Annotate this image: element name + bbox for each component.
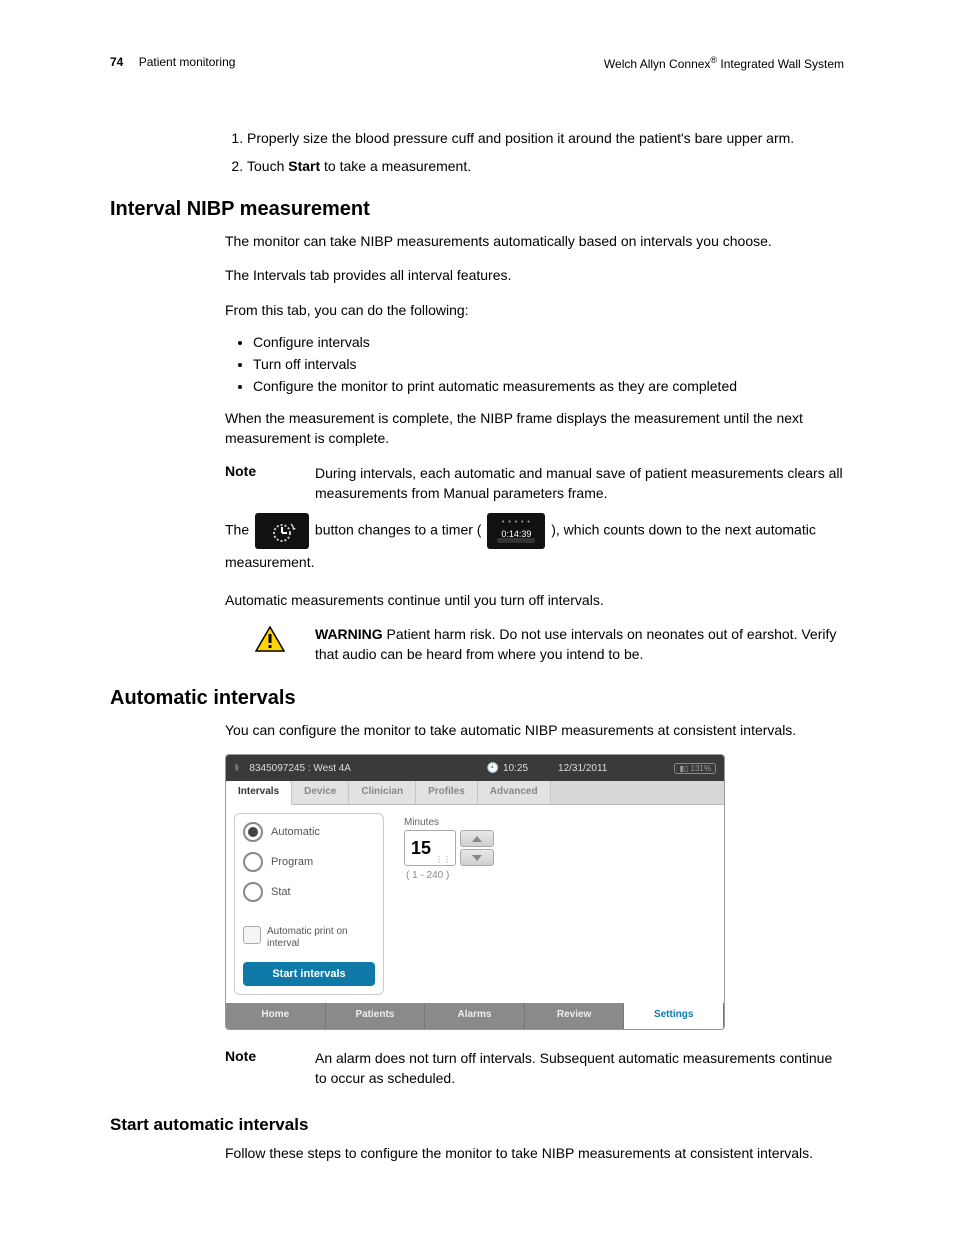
interval-p4: When the measurement is complete, the NI…	[225, 408, 844, 449]
nav-review[interactable]: Review	[525, 1003, 625, 1029]
minutes-label: Minutes	[404, 817, 716, 828]
tab-profiles[interactable]: Profiles	[416, 781, 478, 804]
note-intervals: Note During intervals, each automatic an…	[225, 463, 844, 504]
chevron-down-icon	[472, 855, 482, 861]
nav-alarms[interactable]: Alarms	[425, 1003, 525, 1029]
nav-settings[interactable]: Settings	[624, 1003, 724, 1029]
settings-tabs: Intervals Device Clinician Profiles Adva…	[226, 781, 724, 805]
warning-text: WARNING Patient harm risk. Do not use in…	[315, 624, 844, 665]
radio-icon	[243, 822, 263, 842]
interval-p1: The monitor can take NIBP measurements a…	[225, 231, 844, 251]
caduceus-icon: ⚕	[234, 763, 239, 774]
warning-row: WARNING Patient harm risk. Do not use in…	[225, 624, 844, 665]
minutes-range: ( 1 - 240 )	[406, 870, 716, 881]
nav-patients[interactable]: Patients	[326, 1003, 426, 1029]
checkbox-autoprint[interactable]: Automatic print on interval	[243, 926, 375, 950]
intervals-clock-icon	[255, 513, 309, 549]
minutes-decrement-button[interactable]	[460, 849, 494, 866]
interval-p2: The Intervals tab provides all interval …	[225, 265, 844, 285]
interval-p3: From this tab, you can do the following:	[225, 300, 844, 320]
minutes-value-field[interactable]: 15 ⋮⋮	[404, 830, 456, 866]
warning-triangle-icon	[225, 624, 315, 665]
note-alarm: Note An alarm does not turn off interval…	[225, 1048, 844, 1089]
grip-icon: ⋮⋮	[435, 858, 451, 863]
heading-interval-nibp: Interval NIBP measurement	[110, 198, 844, 221]
date-display: 12/31/2011	[558, 763, 607, 774]
radio-program[interactable]: Program	[243, 852, 375, 872]
radio-icon	[243, 882, 263, 902]
battery-icon: ▮▯	[679, 764, 688, 773]
heading-start-auto-intervals: Start automatic intervals	[110, 1115, 844, 1135]
start-intervals-button[interactable]: Start intervals	[243, 962, 375, 986]
clock-icon: 🕙	[487, 763, 499, 774]
document-page: 74 Patient monitoring Welch Allyn Connex…	[0, 0, 954, 1237]
minutes-panel: Minutes 15 ⋮⋮	[394, 813, 716, 995]
procedure-steps: Properly size the blood pressure cuff an…	[225, 129, 844, 176]
header-left: 74 Patient monitoring	[110, 55, 235, 71]
page-number: 74	[110, 55, 123, 69]
clock-display: 🕙 10:25	[487, 763, 528, 774]
interval-bullets: Configure intervals Turn off intervals C…	[225, 334, 844, 394]
tab-intervals[interactable]: Intervals	[226, 781, 292, 805]
step-1: Properly size the blood pressure cuff an…	[247, 129, 844, 149]
monitor-status-bar: ⚕ 8345097245 : West 4A 🕙 10:25 12/31/201…	[226, 755, 724, 781]
checkbox-icon	[243, 926, 261, 944]
battery-indicator: ▮▯ 131%	[674, 763, 716, 774]
patient-id: 8345097245 : West 4A	[249, 763, 419, 774]
minutes-increment-button[interactable]	[460, 830, 494, 847]
tab-clinician[interactable]: Clinician	[349, 781, 416, 804]
tab-device[interactable]: Device	[292, 781, 349, 804]
step-2: Touch Start to take a measurement.	[247, 157, 844, 177]
inline-button-sentence: The button changes to a timer ( • • • • …	[225, 513, 844, 576]
intervals-side-panel: Automatic Program Stat Automatic print o…	[234, 813, 384, 995]
radio-stat[interactable]: Stat	[243, 882, 375, 902]
interval-p5: Automatic measurements continue until yo…	[225, 590, 844, 610]
nav-home[interactable]: Home	[226, 1003, 326, 1029]
auto-p1: You can configure the monitor to take au…	[225, 720, 844, 740]
tab-advanced[interactable]: Advanced	[478, 781, 551, 804]
radio-icon	[243, 852, 263, 872]
header-right: Welch Allyn Connex® Integrated Wall Syst…	[604, 55, 844, 71]
heading-automatic-intervals: Automatic intervals	[110, 687, 844, 710]
monitor-bottom-nav: Home Patients Alarms Review Settings	[226, 1003, 724, 1029]
start-p1: Follow these steps to configure the moni…	[225, 1143, 844, 1163]
radio-automatic[interactable]: Automatic	[243, 822, 375, 842]
countdown-timer-icon: • • • • • 0:14:39	[487, 513, 545, 549]
running-header: 74 Patient monitoring Welch Allyn Connex…	[110, 55, 844, 71]
section-title: Patient monitoring	[139, 55, 236, 69]
monitor-screenshot: ⚕ 8345097245 : West 4A 🕙 10:25 12/31/201…	[225, 754, 725, 1030]
chevron-up-icon	[472, 836, 482, 842]
